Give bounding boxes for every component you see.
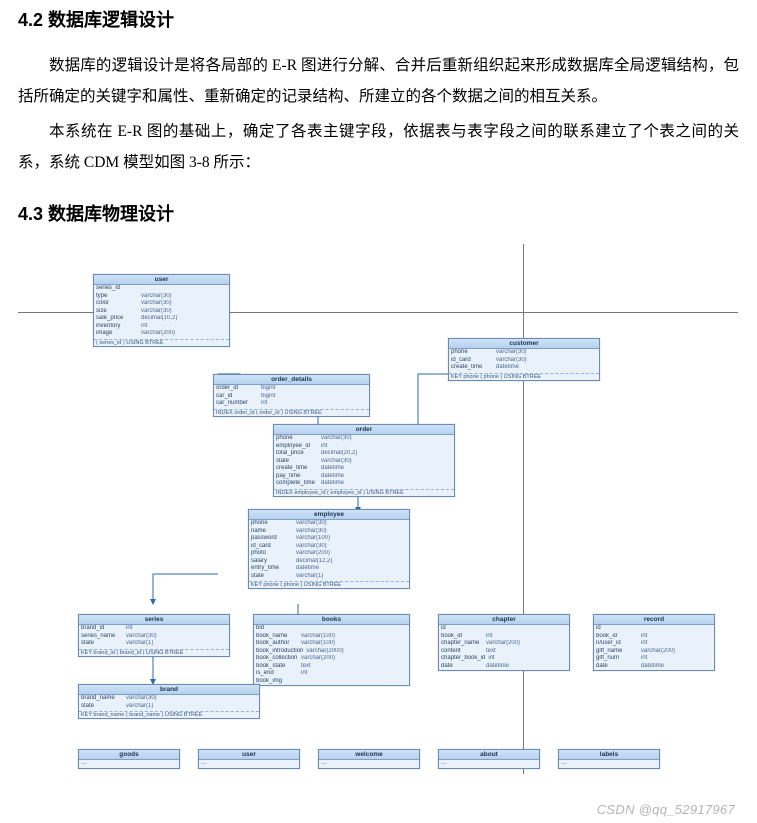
cdm-diagram: user series_id typevarchar(30) colorvarc… xyxy=(18,244,738,774)
entity-title: record xyxy=(594,615,714,625)
entity-title: welcome xyxy=(319,750,419,760)
entity-user: user series_id typevarchar(30) colorvarc… xyxy=(93,274,230,347)
entity-customer: customer phonevarchar(30) id_cardvarchar… xyxy=(448,338,600,381)
entity-order-details: order_details order_idbigint car_idbigin… xyxy=(213,374,370,417)
watermark: CSDN @qq_52917967 xyxy=(597,802,735,817)
entity-order: order phonevarchar(30) employee_idint to… xyxy=(273,424,455,497)
entity-stub-5: labels ... xyxy=(558,749,660,769)
entity-title: user xyxy=(94,275,229,285)
paragraph-2: 本系统在 E-R 图的基础上，确定了各表主键字段，依据表与表字段之间的联系建立了… xyxy=(18,116,739,178)
entity-record: record id book_idint n/user_idint gift_n… xyxy=(593,614,715,671)
entity-title: user xyxy=(199,750,299,760)
entity-title: series xyxy=(79,615,229,625)
entity-title: goods xyxy=(79,750,179,760)
entity-chapter: chapter id book_idint chapter_namevarcha… xyxy=(438,614,570,671)
entity-stub-3: welcome ... xyxy=(318,749,420,769)
entity-series: series brand_idint series_namevarchar(30… xyxy=(78,614,230,657)
entity-title: order xyxy=(274,425,454,435)
entity-title: order_details xyxy=(214,375,369,385)
entity-stub-4: about ... xyxy=(438,749,540,769)
entity-title: employee xyxy=(249,510,409,520)
paragraph-1: 数据库的逻辑设计是将各局部的 E-R 图进行分解、合并后重新组织起来形成数据库全… xyxy=(18,50,739,112)
entity-employee: employee phonevarchar(30) namevarchar(30… xyxy=(248,509,410,589)
heading-4-3: 4.3 数据库物理设计 xyxy=(18,200,739,226)
entity-brand: brand brand_namevarchar(30) statevarchar… xyxy=(78,684,260,719)
entity-title: customer xyxy=(449,339,599,349)
entity-books: books bid book_namevarchar(100) book_aut… xyxy=(253,614,410,686)
entity-title: brand xyxy=(79,685,259,695)
heading-4-2: 4.2 数据库逻辑设计 xyxy=(18,6,739,32)
entity-title: books xyxy=(254,615,409,625)
entity-title: about xyxy=(439,750,539,760)
entity-stub-2: user ... xyxy=(198,749,300,769)
entity-title: labels xyxy=(559,750,659,760)
entity-stub-1: goods ... xyxy=(78,749,180,769)
entity-title: chapter xyxy=(439,615,569,625)
